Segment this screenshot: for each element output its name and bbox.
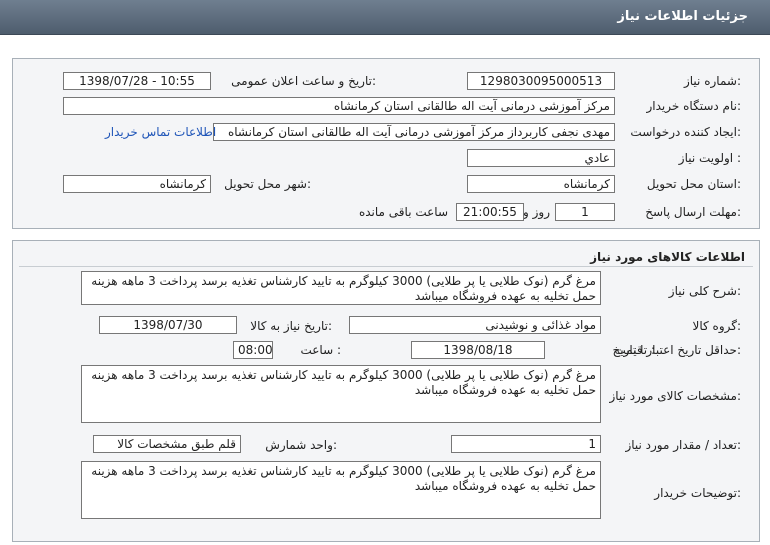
delivery-province-label: استان محل تحویل: [646, 177, 741, 191]
priority-label: اولویت نیاز : [678, 151, 741, 165]
response-deadline-label: مهلت ارسال پاسخ: [645, 205, 741, 219]
goods-info-panel: اطلاعات کالاهای مورد نیاز شرح کلی نیاز: … [12, 240, 760, 542]
need-info-panel: شماره نیاز: 1298030095000513 تاریخ و ساع… [12, 58, 760, 229]
priority-field[interactable]: عادي [467, 149, 615, 167]
delivery-city-label: شهر محل تحویل: [224, 177, 311, 191]
buyer-notes-label: توضیحات خریدار: [654, 486, 741, 500]
need-number-label: شماره نیاز: [683, 74, 741, 88]
deadline-days-field[interactable]: 1 [555, 203, 615, 221]
quantity-label: تعداد / مقدار مورد نیاز: [625, 438, 741, 452]
remaining-label: ساعت باقی مانده [358, 205, 448, 219]
goods-group-label: گروه کالا: [692, 319, 742, 333]
need-date-field[interactable]: 1398/07/30 [99, 316, 237, 334]
validity-hour-field[interactable]: 08:00 [233, 341, 273, 359]
request-creator-label: ایجاد کننده درخواست: [630, 125, 741, 139]
delivery-province-field[interactable]: کرمانشاه [467, 175, 615, 193]
buyer-contact-link[interactable]: اطلاعات تماس خریدار [105, 125, 216, 139]
buyer-notes-field[interactable]: مرغ گرم (نوک طلایی یا پر طلایی) 3000 کیل… [81, 461, 601, 519]
days-label: روز و [523, 205, 550, 219]
announce-date-field[interactable]: 1398/07/28 - 10:55 [63, 72, 211, 90]
validity-hour-label: ساعت : [300, 343, 341, 357]
goods-spec-label: مشخصات کالای مورد نیاز: [609, 389, 741, 403]
delivery-city-field[interactable]: کرمانشاه [63, 175, 211, 193]
goods-group-field[interactable]: مواد غذائی و نوشیدنی [349, 316, 601, 334]
request-creator-field[interactable]: مهدی نجفی کاربرداز مرکز آموزشی درمانی آی… [213, 123, 615, 141]
page-title: جزئیات اطلاعات نیاز [617, 9, 748, 24]
quantity-field[interactable]: 1 [451, 435, 601, 453]
buyer-org-field[interactable]: مرکز آموزشی درمانی آیت اله طالقانی استان… [63, 97, 615, 115]
unit-field[interactable]: قلم طبق مشخصات کالا [93, 435, 241, 453]
need-date-label: تاریخ نیاز به کالا: [250, 319, 332, 333]
section-divider [19, 266, 753, 267]
unit-label: واحد شمارش: [265, 438, 337, 452]
announce-date-label: تاریخ و ساعت اعلان عمومی: [231, 74, 376, 88]
need-number-field[interactable]: 1298030095000513 [467, 72, 615, 90]
general-description-field[interactable]: مرغ گرم (نوک طلایی یا پر طلایی) 3000 کیل… [81, 271, 601, 305]
page-header: جزئیات اطلاعات نیاز [0, 0, 770, 35]
to-date-label: تا تاریخ : [612, 343, 655, 357]
goods-spec-field[interactable]: مرغ گرم (نوک طلایی یا پر طلایی) 3000 کیل… [81, 365, 601, 423]
goods-section-title: اطلاعات کالاهای مورد نیاز [590, 250, 745, 264]
deadline-time-field[interactable]: 21:00:55 [456, 203, 524, 221]
buyer-org-label: نام دستگاه خریدار: [646, 99, 742, 113]
general-description-label: شرح کلی نیاز: [668, 284, 741, 298]
price-validity-date-field[interactable]: 1398/08/18 [411, 341, 545, 359]
